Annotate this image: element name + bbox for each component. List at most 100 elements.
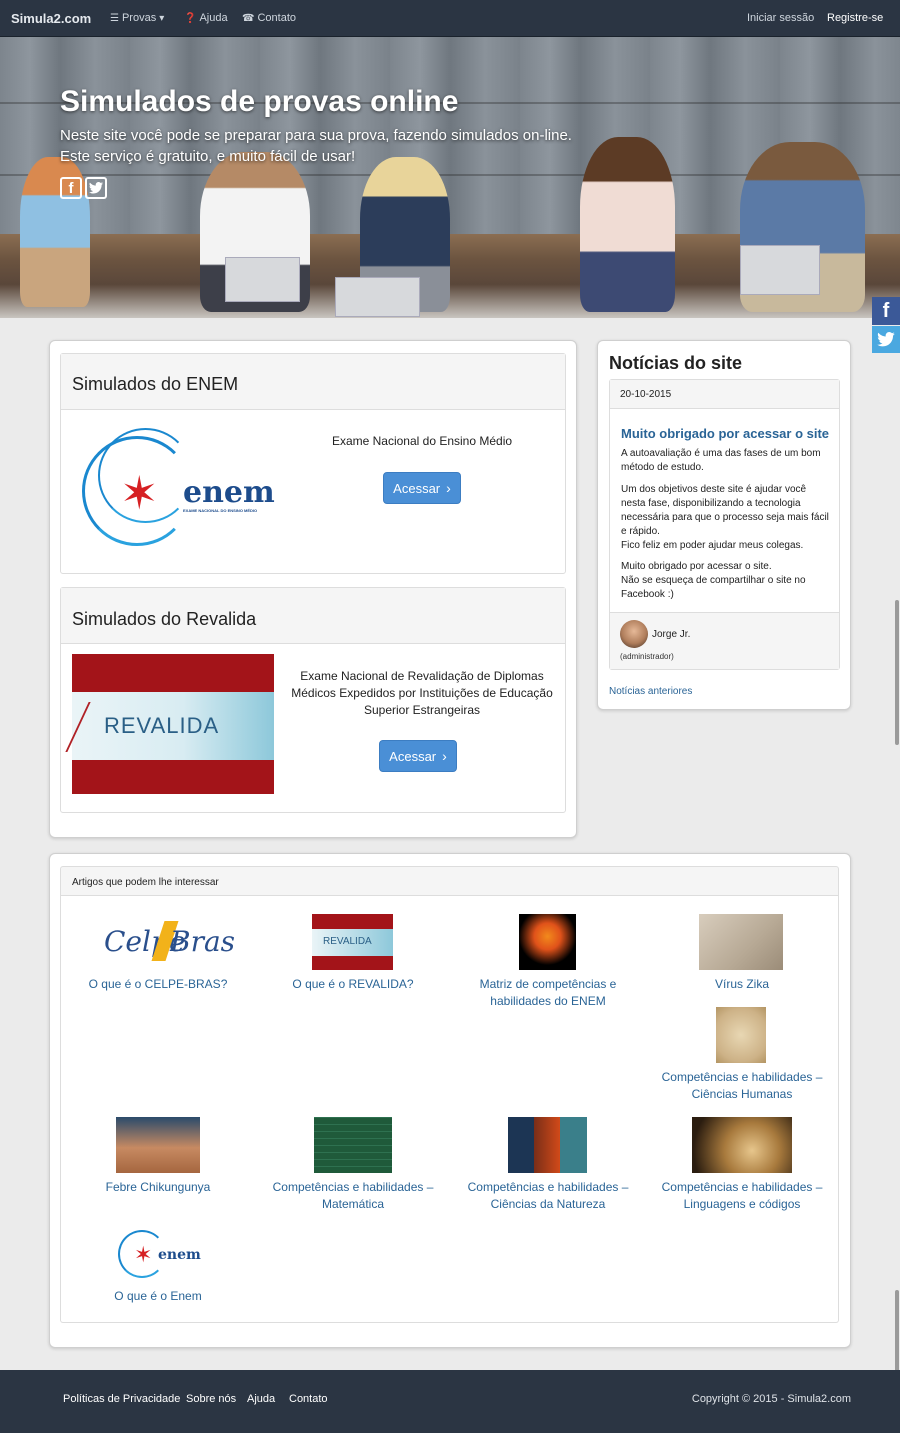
article-link-ciencias-humanas[interactable]: Competências e habilidades – Ciências Hu… [644, 998, 840, 1108]
chalkboard-image [314, 1117, 392, 1173]
enem-panel-title: Simulados do ENEM [72, 374, 239, 394]
vitruvian-man-image [716, 1007, 766, 1063]
revalida-logo: REVALIDA [312, 914, 393, 970]
hero-person-image [580, 137, 675, 312]
celpe-logo-word: Bras [170, 925, 236, 958]
article-label-line-1: Competências e habilidades – [467, 1180, 629, 1194]
news-paragraph: Um dos objetivos deste site é ajudar voc… [621, 484, 829, 537]
enem-access-label: Acessar [393, 480, 441, 496]
news-paragraph: A autoavaliação é uma das fases de um bo… [621, 448, 821, 473]
nav-provas-label: Provas [121, 12, 157, 24]
article-label-line-1: Competências e habilidades – [661, 1180, 823, 1194]
footer-about-link[interactable]: Sobre nós [186, 1393, 236, 1405]
article-label: Vírus Zika [714, 977, 769, 991]
enem-logo-star-icon: ✶ [120, 467, 159, 519]
enem-panel-header: Simulados do ENEM [61, 354, 565, 410]
article-link-chikungunya[interactable]: Febre Chikungunya [60, 1108, 256, 1203]
quill-book-image [692, 1117, 792, 1173]
brain-head-image [519, 914, 576, 970]
article-label: Competências e habilidades – Ciências da… [450, 1179, 646, 1213]
revalida-access-label: Acessar [389, 748, 437, 764]
facebook-icon[interactable]: f [60, 177, 82, 199]
nav-ajuda[interactable]: ❓ Ajuda [184, 12, 228, 24]
side-facebook-share-icon[interactable]: f [872, 297, 900, 325]
nav-provas-dropdown[interactable]: ☰ Provas ▾ [110, 12, 164, 24]
article-label: O que é o Enem [114, 1289, 202, 1303]
hero-laptop-image [225, 257, 300, 302]
scrollbar-thumb[interactable] [895, 600, 899, 745]
article-label-line-2: Matemática [321, 1197, 385, 1211]
enem-logo-subtext: EXAME NACIONAL DO ENSINO MÉDIO [183, 508, 258, 513]
article-link-zika[interactable]: Vírus Zika [644, 905, 840, 1000]
top-navbar: Simula2.com ☰ Provas ▾ ❓ Ajuda ☎ Contato… [0, 0, 900, 37]
nav-contato[interactable]: ☎ Contato [242, 12, 296, 24]
enem-access-button[interactable]: Acessar › [383, 472, 461, 504]
revalida-logo-text: REVALIDA [323, 936, 372, 947]
revalida-panel-header: Simulados do Revalida [61, 588, 565, 644]
login-link[interactable]: Iniciar sessão [747, 12, 814, 24]
footer-privacy-link[interactable]: Políticas de Privacidade [63, 1393, 180, 1405]
article-link-ciencias-natureza[interactable]: Competências e habilidades – Ciências da… [450, 1108, 646, 1218]
scrollbar-thumb[interactable] [895, 1290, 899, 1375]
revalida-logo: REVALIDA [65, 654, 274, 794]
revalida-description-line-1: Exame Nacional de Revalidação de Diploma… [300, 669, 544, 683]
article-link-matematica[interactable]: Competências e habilidades – Matemática [255, 1108, 451, 1218]
revalida-access-button[interactable]: Acessar › [379, 740, 457, 772]
revalida-logo-band: REVALIDA [65, 692, 274, 760]
article-label: Competências e habilidades – Linguagens … [644, 1179, 840, 1213]
celpe-bras-logo: Celpe Bras [104, 913, 235, 971]
article-link-celpe-bras[interactable]: Celpe Bras O que é o CELPE-BRAS? [60, 905, 256, 1000]
article-link-revalida[interactable]: REVALIDA O que é o REVALIDA? [255, 905, 451, 1000]
hero-title: Simulados de provas online [60, 85, 459, 118]
list-icon: ☰ [110, 12, 119, 24]
article-link-linguagens[interactable]: Competências e habilidades – Linguagens … [644, 1108, 840, 1218]
article-label: Competências e habilidades – Matemática [255, 1179, 451, 1213]
article-label-line-2: Linguagens e códigos [683, 1197, 801, 1211]
article-label: Competências e habilidades – Ciências Hu… [644, 1069, 840, 1103]
enem-logo-text: enem [183, 475, 275, 510]
avatar [620, 620, 648, 648]
news-item: 20-10-2015 Muito obrigado por acessar o … [609, 379, 840, 670]
article-label-line-2: habilidades do ENEM [490, 994, 606, 1008]
article-label: Matriz de competências e habilidades do … [450, 976, 646, 1010]
news-date: 20-10-2015 [610, 380, 839, 409]
brand-link[interactable]: Simula2.com [11, 11, 91, 26]
article-label: O que é o CELPE-BRAS? [88, 977, 228, 991]
news-author-footer: Jorge Jr. (administrador) [610, 612, 839, 669]
article-link-o-que-e-enem[interactable]: ✶ enem O que é o Enem [60, 1218, 256, 1313]
revalida-panel-title: Simulados do Revalida [72, 609, 257, 629]
hero-subtitle-line-2: Este serviço é gratuito, e muito fácil d… [60, 148, 356, 165]
article-label-line-1: Matriz de competências e [479, 977, 617, 991]
revalida-logo-text: REVALIDA [104, 713, 220, 738]
article-label-line-2: Ciências Humanas [691, 1087, 793, 1101]
chevron-right-icon: › [442, 748, 447, 764]
article-label-line-1: Competências e habilidades – [272, 1180, 434, 1194]
news-author-name: Jorge Jr. [652, 629, 691, 640]
caret-down-icon: ▾ [159, 12, 165, 24]
news-section-title: Notícias do site [609, 353, 743, 373]
article-label: Febre Chikungunya [105, 1180, 211, 1194]
hero-banner: Simulados de provas online Neste site vo… [0, 37, 900, 318]
news-paragraph: Não se esqueça de compartilhar o site no… [621, 575, 806, 600]
register-link[interactable]: Registre-se [827, 12, 883, 24]
revalida-description-line-2: Médicos Expedidos por Instituições de Ed… [291, 686, 553, 700]
phone-icon: ☎ [242, 12, 255, 24]
hero-laptop-image [740, 245, 820, 295]
nav-contato-label: Contato [257, 12, 296, 24]
nav-ajuda-label: Ajuda [199, 12, 228, 24]
hero-subtitle-line-1: Neste site você pode se preparar para su… [60, 127, 572, 144]
enem-description: Exame Nacional do Ensino Médio [331, 434, 513, 448]
article-label-line-1: Competências e habilidades – [661, 1070, 823, 1084]
side-twitter-share-icon[interactable] [872, 326, 900, 353]
news-headline-link[interactable]: Muito obrigado por acessar o site [621, 426, 829, 441]
article-link-matriz-enem[interactable]: Matriz de competências e habilidades do … [450, 905, 646, 1015]
twitter-icon[interactable] [85, 177, 107, 199]
news-paragraph: Muito obrigado por acessar o site. [621, 561, 772, 572]
footer-help-link[interactable]: Ajuda [247, 1393, 275, 1405]
footer-contact-link[interactable]: Contato [289, 1393, 328, 1405]
revalida-logo-band: REVALIDA [312, 929, 393, 956]
news-author-role: (administrador) [620, 652, 674, 661]
chevron-right-icon: › [446, 480, 451, 496]
previous-news-link[interactable]: Notícias anteriores [609, 686, 692, 697]
news-paragraph: Fico feliz em poder ajudar meus colegas. [621, 540, 804, 551]
